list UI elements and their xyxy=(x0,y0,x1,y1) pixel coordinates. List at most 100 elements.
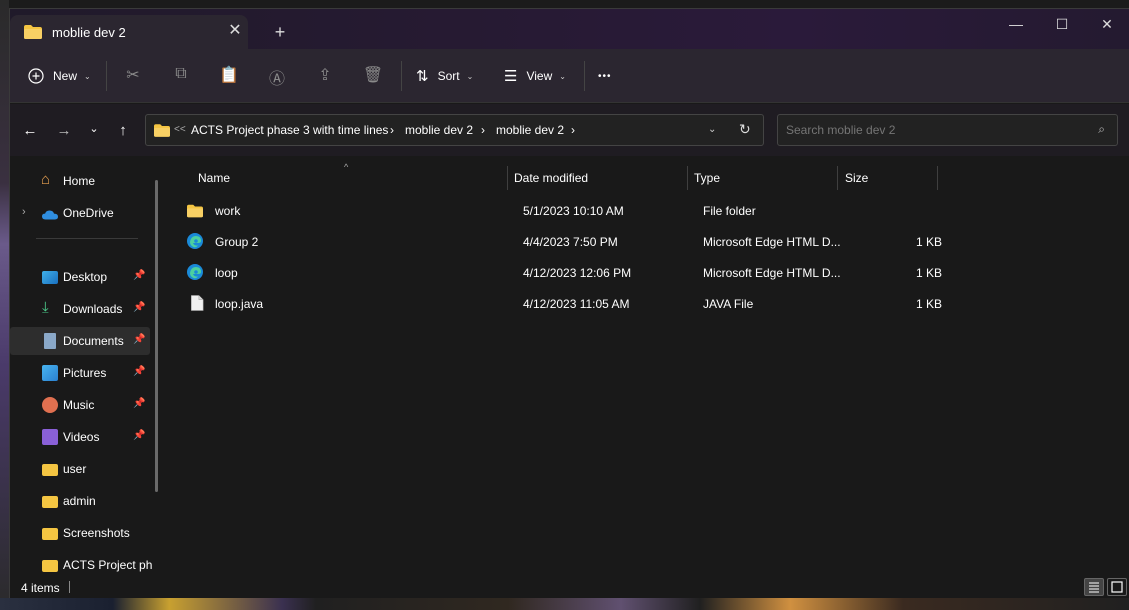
sidebar-item-admin[interactable]: admin xyxy=(10,487,150,515)
pin-icon[interactable]: 📌 xyxy=(133,302,145,313)
breadcrumb-item[interactable]: moblie dev 2 xyxy=(405,123,473,137)
search-input[interactable] xyxy=(778,115,1078,145)
column-divider[interactable] xyxy=(937,166,938,190)
sidebar-item-documents[interactable]: Documents 📌 xyxy=(10,327,150,355)
sidebar-item-label: Documents xyxy=(63,334,124,348)
breadcrumb-separator-icon[interactable]: › xyxy=(390,123,394,137)
file-date: 5/1/2023 10:10 AM xyxy=(523,204,624,218)
new-tab-button[interactable]: + xyxy=(268,21,292,45)
up-arrow-icon[interactable]: ↑ xyxy=(112,122,134,142)
divider xyxy=(36,238,138,239)
delete-icon[interactable]: 🗑 xyxy=(362,65,384,85)
close-button[interactable]: ✕ xyxy=(1084,9,1129,41)
column-header-size[interactable]: Size xyxy=(845,171,868,185)
chevron-right-icon[interactable]: › xyxy=(22,206,26,218)
file-row[interactable]: work 5/1/2023 10:10 AM File folder xyxy=(183,196,1083,224)
back-arrow-icon[interactable]: ← xyxy=(19,122,41,142)
file-row[interactable]: loop.java 4/12/2023 11:05 AM JAVA File 1… xyxy=(183,289,1083,317)
maximize-button[interactable]: ☐ xyxy=(1039,9,1085,41)
pin-icon[interactable]: 📌 xyxy=(133,270,145,281)
sidebar-item-videos[interactable]: Videos 📌 xyxy=(10,423,150,451)
sidebar-item-pictures[interactable]: Pictures 📌 xyxy=(10,359,150,387)
music-icon xyxy=(42,397,58,413)
view-button[interactable]: ☰ View ⌄ xyxy=(504,63,566,89)
file-type: Microsoft Edge HTML D... xyxy=(703,235,841,249)
plus-circle-icon xyxy=(28,68,44,84)
breadcrumb-separator-icon[interactable]: › xyxy=(571,123,575,137)
pin-icon[interactable]: 📌 xyxy=(133,430,145,441)
document-icon xyxy=(44,333,56,349)
sidebar-item-downloads[interactable]: ⤓ Downloads 📌 xyxy=(10,295,150,323)
file-list: ^ Name Date modified Type Size work 5/1/… xyxy=(168,156,1118,576)
pin-icon[interactable]: 📌 xyxy=(133,398,145,409)
column-header-type[interactable]: Type xyxy=(694,171,720,185)
address-dropdown-icon[interactable]: ⌄ xyxy=(708,124,716,135)
breadcrumb-item[interactable]: moblie dev 2 xyxy=(496,123,564,137)
sidebar-item-screenshots[interactable]: Screenshots xyxy=(10,519,150,547)
paste-icon[interactable]: 📋 xyxy=(218,65,240,85)
new-button[interactable]: New ⌄ xyxy=(28,63,91,89)
pin-icon[interactable]: 📌 xyxy=(133,366,145,377)
cut-icon[interactable]: ✂ xyxy=(122,65,144,85)
column-divider[interactable] xyxy=(837,166,838,190)
forward-arrow-icon[interactable]: → xyxy=(53,122,75,142)
recent-chevron-icon[interactable]: ⌄ xyxy=(83,122,105,142)
desktop-icon xyxy=(42,271,58,284)
sidebar-item-label: Screenshots xyxy=(63,526,130,540)
cloud-icon xyxy=(42,210,58,220)
sidebar-item-label: ACTS Project ph xyxy=(63,558,153,572)
sidebar-item-acts-project[interactable]: ACTS Project ph xyxy=(10,551,153,579)
sidebar-item-desktop[interactable]: Desktop 📌 xyxy=(10,263,150,291)
column-divider[interactable] xyxy=(687,166,688,190)
file-row[interactable]: Group 2 4/4/2023 7:50 PM Microsoft Edge … xyxy=(183,227,1083,255)
tiles-view-button[interactable] xyxy=(1107,578,1127,596)
column-divider[interactable] xyxy=(507,166,508,190)
column-header-date[interactable]: Date modified xyxy=(514,171,588,185)
sidebar-item-music[interactable]: Music 📌 xyxy=(10,391,150,419)
sidebar-item-label: Videos xyxy=(63,430,100,444)
search-box[interactable]: ⌕ xyxy=(777,114,1118,146)
more-options-button[interactable]: ••• xyxy=(598,63,612,89)
sort-label: Sort xyxy=(437,69,460,83)
column-header-name[interactable]: Name xyxy=(198,171,230,185)
rename-icon[interactable]: Ⓐ xyxy=(266,65,288,89)
video-icon xyxy=(42,429,58,445)
file-row[interactable]: loop 4/12/2023 12:06 PM Microsoft Edge H… xyxy=(183,258,1083,286)
view-label: View xyxy=(526,69,553,83)
chevron-down-icon: ⌄ xyxy=(84,71,91,81)
address-bar[interactable]: << ACTS Project phase 3 with time lines … xyxy=(145,114,764,146)
pin-icon[interactable]: 📌 xyxy=(133,334,145,345)
tab-title: moblie dev 2 xyxy=(52,25,126,40)
status-bar: 4 items xyxy=(10,576,1129,599)
tab-close-icon[interactable]: ✕ xyxy=(222,19,248,43)
details-view-icon xyxy=(1089,582,1099,593)
sidebar-item-onedrive[interactable]: › OneDrive xyxy=(10,199,150,227)
file-size: 1 KB xyxy=(916,297,943,311)
sidebar-item-user[interactable]: user xyxy=(10,455,150,483)
view-icon: ☰ xyxy=(504,68,518,85)
breadcrumb-item[interactable]: ACTS Project phase 3 with time lines xyxy=(191,123,388,137)
sort-icon: ⇅ xyxy=(416,68,429,85)
refresh-icon[interactable]: ↻ xyxy=(739,121,751,138)
share-icon[interactable]: ⇪ xyxy=(314,65,336,85)
tab-moblie-dev-2[interactable]: moblie dev 2 ✕ xyxy=(10,15,248,49)
new-label: New xyxy=(53,69,78,83)
file-type: File folder xyxy=(703,204,756,218)
divider xyxy=(584,61,585,91)
minimize-button[interactable]: — xyxy=(993,9,1039,41)
sidebar-scrollbar[interactable] xyxy=(155,180,158,492)
breadcrumb-separator-icon[interactable]: › xyxy=(481,123,485,137)
overflow-chevrons-icon[interactable]: << xyxy=(174,124,186,135)
file-icon xyxy=(191,295,204,311)
folder-icon xyxy=(42,560,58,572)
sidebar-item-home[interactable]: ⌂ Home xyxy=(10,167,150,195)
search-icon[interactable]: ⌕ xyxy=(1098,122,1105,137)
home-icon: ⌂ xyxy=(41,171,51,188)
details-view-button[interactable] xyxy=(1084,578,1104,596)
navigation-pane: ⌂ Home › OneDrive Desktop 📌 ⤓ Downloads … xyxy=(10,156,160,576)
file-name: loop xyxy=(215,266,238,280)
sort-button[interactable]: ⇅ Sort ⌄ xyxy=(416,63,473,89)
file-name: loop.java xyxy=(215,297,264,311)
copy-icon[interactable]: ⧉ xyxy=(170,65,192,83)
sidebar-item-label: Home xyxy=(63,174,96,188)
